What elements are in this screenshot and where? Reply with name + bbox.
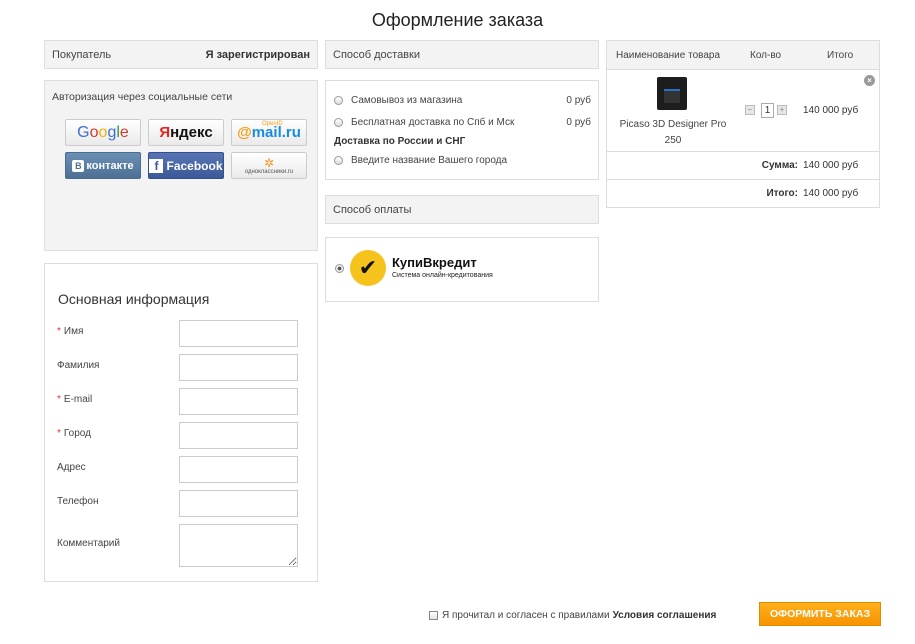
facebook-login-button[interactable]: f Facebook xyxy=(148,152,224,179)
odnoklassniki-icon: ✲ xyxy=(263,155,275,170)
delivery-option-city[interactable]: Введите название Вашего города xyxy=(334,155,591,166)
product-name[interactable]: Picaso 3D Designer Pro 250 xyxy=(615,117,731,149)
free-delivery-radio[interactable] xyxy=(334,118,343,127)
payment-options: ✔ КупиВкредит Система онлайн-кредитовани… xyxy=(325,237,599,302)
city-label: * Город xyxy=(57,428,91,439)
free-delivery-label: Бесплатная доставка по Спб и Мск xyxy=(351,117,515,128)
cart-header-total: Итого xyxy=(827,50,854,61)
address-label: Адрес xyxy=(57,462,86,473)
remove-item-icon[interactable]: × xyxy=(864,75,875,86)
submit-order-button[interactable]: ОФОРМИТЬ ЗАКАЗ xyxy=(759,602,881,626)
delivery-option-free[interactable]: Бесплатная доставка по Спб и Мск 0 руб xyxy=(334,117,591,128)
delivery-options: Самовывоз из магазина 0 руб Бесплатная д… xyxy=(325,80,599,180)
mailru-login-button[interactable]: OpenID @ mail.ru xyxy=(231,119,307,146)
first-name-label: * Имя xyxy=(57,326,84,337)
buyer-header: Покупатель Я зарегистрирован xyxy=(44,40,318,69)
phone-label: Телефон xyxy=(57,496,99,507)
kupivkredit-radio[interactable] xyxy=(335,264,344,273)
agree-text: Я прочитал и согласен с правилами xyxy=(442,610,610,621)
russia-delivery-group-label: Доставка по России и СНГ xyxy=(334,136,466,147)
qty-input[interactable]: 1 xyxy=(761,103,774,118)
yandex-login-button[interactable]: Яндекс xyxy=(148,119,224,146)
city-input[interactable] xyxy=(179,422,298,449)
sum-value: 140 000 руб xyxy=(803,160,859,171)
checkmark-icon: ✔ xyxy=(350,250,386,286)
free-delivery-price: 0 руб xyxy=(566,117,591,128)
main-info-form: Основная информация * Имя Фамилия * E-mail… xyxy=(44,263,318,582)
pickup-radio[interactable] xyxy=(334,96,343,105)
qty-increase-button[interactable]: + xyxy=(777,105,787,115)
cart-header-name: Наименование товара xyxy=(616,50,721,61)
comment-label: Комментарий xyxy=(57,538,120,549)
buyer-label: Покупатель xyxy=(52,48,112,61)
google-login-button[interactable]: Google xyxy=(65,119,141,146)
delivery-option-pickup[interactable]: Самовывоз из магазина 0 руб xyxy=(334,95,591,106)
total-label: Итого: xyxy=(766,188,798,199)
vk-login-button[interactable]: Вконтакте xyxy=(65,152,141,179)
qty-decrease-button[interactable]: − xyxy=(745,105,755,115)
email-input[interactable] xyxy=(179,388,298,415)
terms-link[interactable]: Условия соглашения xyxy=(613,610,717,621)
comment-textarea[interactable] xyxy=(179,524,298,567)
social-auth-title: Авторизация через социальные сети xyxy=(52,91,233,103)
cart-panel: Наименование товара Кол-во Итого Picaso … xyxy=(606,40,880,208)
phone-input[interactable] xyxy=(179,490,298,517)
kupivkredit-subtitle: Система онлайн-кредитования xyxy=(392,272,493,279)
row-total: 140 000 руб xyxy=(803,105,859,116)
kupivkredit-name: КупиВкредит xyxy=(392,255,477,270)
sum-label: Сумма: xyxy=(761,160,798,171)
city-radio[interactable] xyxy=(334,156,343,165)
payment-header: Способ оплаты xyxy=(325,195,599,224)
cart-divider xyxy=(607,179,879,180)
social-auth-panel: Авторизация через социальные сети Google… xyxy=(44,80,318,251)
last-name-input[interactable] xyxy=(179,354,298,381)
pickup-label: Самовывоз из магазина xyxy=(351,95,463,106)
cart-header: Наименование товара Кол-во Итого xyxy=(607,41,879,70)
cart-divider xyxy=(607,151,879,152)
first-name-input[interactable] xyxy=(179,320,298,347)
agreement-row: Я прочитал и согласен с правилами Услови… xyxy=(429,610,716,621)
total-value: 140 000 руб xyxy=(803,188,859,199)
delivery-header: Способ доставки xyxy=(325,40,599,69)
registered-link[interactable]: Я зарегистрирован xyxy=(206,49,310,61)
pickup-price: 0 руб xyxy=(566,95,591,106)
city-option-label: Введите название Вашего города xyxy=(351,155,508,166)
address-input[interactable] xyxy=(179,456,298,483)
page-title: Оформление заказа xyxy=(371,10,544,30)
odnoklassniki-login-button[interactable]: ✲ одноклассники.ru xyxy=(231,152,307,179)
main-info-title: Основная информация xyxy=(58,291,210,307)
agree-checkbox[interactable] xyxy=(429,611,438,620)
email-label: * E-mail xyxy=(57,394,93,405)
last-name-label: Фамилия xyxy=(57,360,100,371)
3d-printer-image[interactable] xyxy=(657,77,687,110)
cart-header-qty: Кол-во xyxy=(750,50,782,61)
